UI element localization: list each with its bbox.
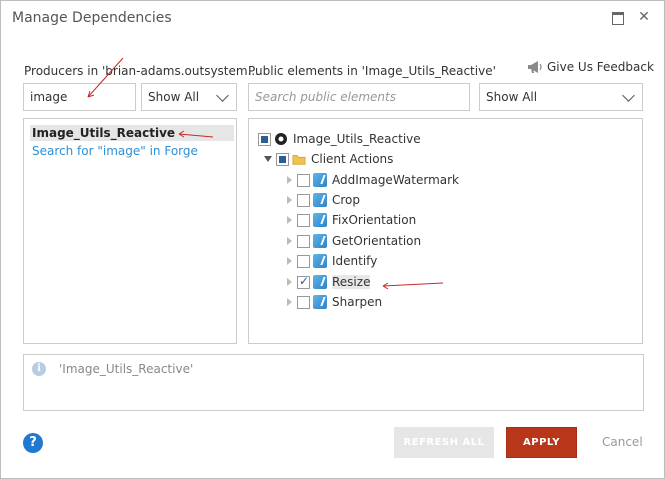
action-label: Resize (332, 275, 371, 289)
help-icon[interactable]: ? (23, 433, 43, 453)
producer-search-value: image (30, 90, 68, 104)
collapsed-arrow-icon (287, 196, 292, 204)
public-elements-filter-value: Show All (486, 90, 538, 104)
public-elements-filter-select[interactable]: Show All (479, 83, 643, 111)
client-action-icon (313, 193, 327, 207)
producers-label: Producers in 'brian-adams.outsystem... (24, 64, 260, 78)
feedback-label: Give Us Feedback (547, 60, 654, 74)
action-label: Identify (332, 254, 378, 268)
refresh-all-button[interactable]: REFRESH ALL (394, 427, 494, 458)
client-action-icon (313, 275, 327, 289)
action-checkbox[interactable] (297, 173, 310, 187)
tree-group-row[interactable]: Client Actions (264, 150, 393, 168)
producer-item-selected[interactable]: Image_Utils_Reactive (30, 125, 234, 141)
dialog-title: Manage Dependencies (12, 10, 172, 26)
info-icon: i (32, 362, 46, 376)
tree-action-row[interactable]: Crop (285, 191, 360, 209)
action-checkbox[interactable] (297, 193, 310, 207)
group-checkbox[interactable] (276, 152, 289, 166)
module-icon (275, 133, 287, 145)
producer-search-input[interactable]: image (23, 83, 136, 111)
client-action-icon (313, 254, 327, 268)
action-checkbox[interactable] (297, 234, 310, 248)
tree-action-row[interactable]: GetOrientation (285, 232, 421, 250)
public-elements-search-input[interactable]: Search public elements (248, 83, 470, 111)
search-forge-link[interactable]: Search for "image" in Forge (30, 143, 234, 159)
action-checkbox[interactable] (297, 274, 310, 289)
client-action-icon (313, 234, 327, 248)
info-box: i 'Image_Utils_Reactive' (23, 354, 644, 411)
client-action-icon (313, 213, 327, 227)
public-elements-tree: Image_Utils_Reactive Client Actions AddI… (248, 118, 643, 344)
public-elements-label: Public elements in 'Image_Utils_Reactive… (248, 64, 496, 78)
producer-filter-value: Show All (148, 90, 200, 104)
action-label: FixOrientation (332, 213, 417, 227)
info-text: 'Image_Utils_Reactive' (59, 362, 194, 376)
public-elements-search-placeholder: Search public elements (255, 90, 396, 104)
collapsed-arrow-icon (287, 257, 292, 265)
tree-action-row[interactable]: Sharpen (285, 293, 382, 311)
action-label: AddImageWatermark (332, 173, 460, 187)
tree-action-row[interactable]: Resize (285, 273, 371, 291)
tree-root-row[interactable]: Image_Utils_Reactive (258, 130, 421, 148)
tree-root-label: Image_Utils_Reactive (293, 132, 421, 146)
action-label: Crop (332, 193, 361, 207)
action-checkbox[interactable] (297, 295, 310, 309)
producer-filter-select[interactable]: Show All (141, 83, 237, 111)
collapsed-arrow-icon (287, 237, 292, 245)
feedback-link[interactable]: Give Us Feedback (527, 60, 654, 74)
chevron-down-icon (622, 88, 635, 102)
tree-action-row[interactable]: AddImageWatermark (285, 171, 459, 189)
tree-action-row[interactable]: FixOrientation (285, 211, 416, 229)
collapsed-arrow-icon (287, 298, 292, 306)
tree-action-row[interactable]: Identify (285, 252, 377, 270)
root-checkbox[interactable] (258, 132, 271, 146)
client-action-icon (313, 173, 327, 187)
client-action-icon (313, 295, 327, 309)
tree-group-label: Client Actions (311, 152, 394, 166)
collapsed-arrow-icon (287, 278, 292, 286)
action-label: GetOrientation (332, 234, 422, 248)
action-checkbox[interactable] (297, 213, 310, 227)
chevron-down-icon (216, 88, 229, 102)
action-label: Sharpen (332, 295, 383, 309)
collapsed-arrow-icon (287, 216, 292, 224)
maximize-icon[interactable] (610, 10, 624, 25)
manage-dependencies-dialog: Manage Dependencies ✕ Producers in 'bria… (0, 0, 665, 479)
producers-list: Image_Utils_Reactive Search for "image" … (23, 118, 237, 344)
close-icon[interactable]: ✕ (637, 10, 651, 24)
cancel-button[interactable]: Cancel (602, 435, 643, 449)
apply-button[interactable]: APPLY (506, 427, 577, 458)
expand-arrow-icon[interactable] (264, 156, 272, 162)
megaphone-icon (528, 61, 542, 73)
collapsed-arrow-icon (287, 176, 292, 184)
action-checkbox[interactable] (297, 254, 310, 268)
folder-icon (292, 155, 306, 165)
